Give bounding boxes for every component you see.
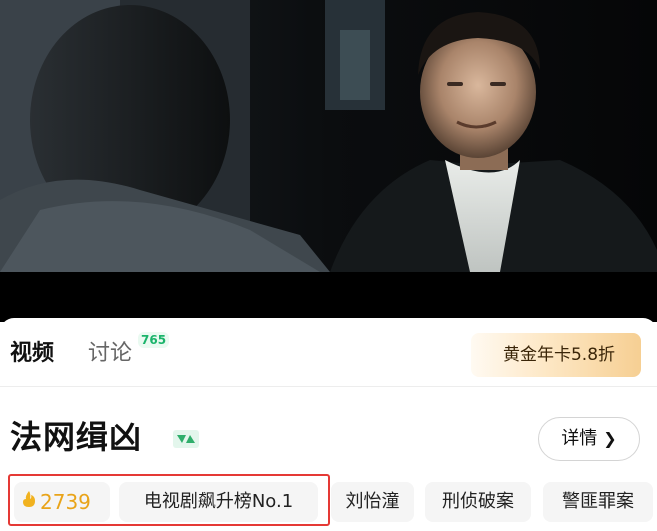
- chevron-right-icon: ❯: [603, 429, 617, 448]
- tab-video[interactable]: 视频: [10, 339, 54, 369]
- discussion-count-badge: 765: [138, 332, 170, 348]
- tab-discussion[interactable]: 讨论: [88, 339, 132, 369]
- detail-button[interactable]: 详情 ❯: [538, 417, 640, 461]
- genre-tag-crime-investigation[interactable]: 刑侦破案: [425, 482, 531, 522]
- detail-label: 详情: [561, 428, 598, 449]
- video-player[interactable]: [0, 0, 657, 322]
- video-frame: [0, 0, 657, 322]
- show-info-panel: 视频 讨论 765 黄金年卡5.8折 法网缉凶 详情 ❯ 2739 电视剧飙升榜N…: [0, 318, 657, 531]
- show-title: 法网缉凶: [10, 418, 143, 456]
- brand-mark-icon: [173, 430, 199, 448]
- tab-bar: 视频 讨论 765 黄金年卡5.8折: [0, 318, 657, 387]
- genre-tag-police-crime[interactable]: 警匪罪案: [543, 482, 653, 522]
- actor-tag[interactable]: 刘怡潼: [331, 482, 414, 522]
- vip-promo-button[interactable]: 黄金年卡5.8折: [471, 333, 641, 377]
- highlight-box: [8, 474, 330, 526]
